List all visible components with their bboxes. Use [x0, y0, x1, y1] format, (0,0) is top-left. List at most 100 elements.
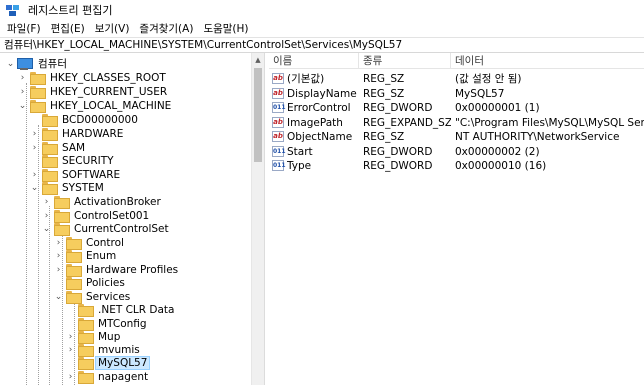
value-row[interactable]: ab (기본값) REG_SZ (값 설정 안 됨): [269, 72, 644, 86]
value-row[interactable]: 011 ErrorControl REG_DWORD 0x00000001 (1): [269, 101, 644, 115]
tree-node-label: SOFTWARE: [62, 168, 121, 181]
scroll-up-arrow-icon[interactable]: ▲: [252, 53, 264, 66]
tree-scrollbar[interactable]: ▲: [251, 53, 264, 385]
tree-node[interactable]: › HKEY_CURRENT_USER: [0, 85, 250, 99]
chevron-right-icon[interactable]: ›: [42, 209, 51, 222]
tree-node-label: Services: [86, 290, 131, 303]
tree-node-label: HKEY_LOCAL_MACHINE: [50, 99, 172, 112]
tree-node[interactable]: › Enum: [0, 249, 250, 263]
value-row[interactable]: 011 Start REG_DWORD 0x00000002 (2): [269, 145, 644, 159]
chevron-right-icon[interactable]: ›: [66, 370, 75, 383]
tree-node[interactable]: ⌄ CurrentControlSet: [0, 222, 250, 236]
chevron-down-icon[interactable]: ⌄: [18, 99, 27, 112]
value-name: ObjectName: [287, 131, 353, 143]
value-type: REG_SZ: [363, 73, 405, 85]
tree-node-label: Enum: [86, 249, 117, 262]
tree-node-label: ControlSet001: [74, 209, 150, 222]
string-value-icon: ab: [272, 87, 284, 99]
folder-icon: [78, 344, 94, 357]
tree-node[interactable]: › ControlSet001: [0, 209, 250, 223]
chevron-right-icon[interactable]: ›: [54, 236, 63, 249]
chevron-right-icon[interactable]: ›: [30, 168, 39, 181]
chevron-right-icon[interactable]: ›: [54, 249, 63, 262]
menu-favorites[interactable]: 즐겨찾기(A): [134, 21, 198, 36]
tree-node[interactable]: › Hardware Profiles: [0, 263, 250, 277]
tree-node[interactable]: MTConfig: [0, 317, 250, 331]
tree-node[interactable]: › Mup: [0, 330, 250, 344]
tree-node[interactable]: › Control: [0, 236, 250, 250]
tree-node[interactable]: › napagent: [0, 370, 250, 384]
folder-icon: [54, 223, 70, 236]
value-row[interactable]: ab ImagePath REG_EXPAND_SZ "C:\Program File…: [269, 116, 644, 130]
chevron-right-icon[interactable]: ›: [18, 71, 27, 84]
chevron-down-icon[interactable]: ⌄: [54, 290, 63, 303]
chevron-right-icon[interactable]: ›: [30, 127, 39, 140]
tree-node[interactable]: › SAM: [0, 141, 250, 155]
folder-icon: [54, 210, 70, 223]
folder-icon: [66, 264, 82, 277]
tree-node-label: Mup: [98, 330, 121, 343]
registry-tree: ⌄ 컴퓨터 › HKEY_CLASSES_ROOT › HKEY_CURRENT_USER…: [0, 53, 264, 385]
tree-node[interactable]: › mvumis: [0, 343, 250, 357]
tree-node[interactable]: › HKEY_CLASSES_ROOT: [0, 71, 250, 85]
value-row[interactable]: ab DisplayName REG_SZ MySQL57: [269, 87, 644, 101]
string-value-icon: ab: [272, 131, 284, 142]
folder-icon: [42, 155, 58, 168]
tree-node[interactable]: ⌄ 컴퓨터: [0, 57, 250, 70]
tree-node[interactable]: MySQL57: [0, 355, 250, 370]
folder-icon: [30, 100, 46, 113]
address-bar[interactable]: 컴퓨터\HKEY_LOCAL_MACHINE\SYSTEM\CurrentCon…: [0, 37, 644, 53]
value-row[interactable]: ab ObjectName REG_SZ NT AUTHORITY\NetworkSe…: [269, 130, 644, 144]
values-list: 이름 종류 데이터 ab (기본값) REG_SZ (값 설정 안 됨) ab Displ…: [269, 53, 644, 385]
menu-file[interactable]: 파일(F): [2, 21, 46, 36]
tree-node[interactable]: .NET CLR Data: [0, 303, 250, 317]
chevron-placeholder: [66, 356, 75, 369]
value-data: 0x00000002 (2): [455, 145, 540, 158]
column-header-data[interactable]: 데이터: [451, 53, 644, 69]
tree-node[interactable]: SECURITY: [0, 154, 250, 168]
tree-node[interactable]: Policies: [0, 276, 250, 290]
tree-node-label: SAM: [62, 141, 86, 154]
chevron-down-icon[interactable]: ⌄: [6, 57, 15, 70]
tree-node[interactable]: › SOFTWARE: [0, 168, 250, 182]
menu-edit[interactable]: 편집(E): [46, 21, 90, 36]
value-name: Start: [287, 145, 313, 158]
folder-icon: [66, 277, 82, 290]
tree-node-label: BCD00000000: [62, 113, 138, 126]
tree-node[interactable]: › HARDWARE: [0, 127, 250, 141]
tree-node[interactable]: › ActivationBroker: [0, 195, 250, 209]
column-header-type[interactable]: 종류: [359, 53, 451, 69]
value-row[interactable]: 011 Type REG_DWORD 0x00000010 (16): [269, 159, 644, 173]
value-data: NT AUTHORITY\NetworkService: [455, 131, 620, 143]
menu-help[interactable]: 도움말(H): [198, 21, 253, 36]
value-data: "C:\Program Files\MySQL\MySQL Server 5.7: [455, 116, 644, 129]
column-header-name[interactable]: 이름: [269, 53, 359, 69]
menu-view[interactable]: 보기(V): [90, 21, 135, 36]
chevron-down-icon[interactable]: ⌄: [30, 181, 39, 194]
tree-node-label: ActivationBroker: [74, 195, 161, 208]
value-data: 0x00000010 (16): [455, 160, 547, 172]
chevron-right-icon[interactable]: ›: [66, 330, 75, 343]
tree-node-label: SECURITY: [62, 154, 114, 167]
tree-node[interactable]: ⌄ HKEY_LOCAL_MACHINE: [0, 99, 250, 113]
tree-node[interactable]: ⌄ Services: [0, 290, 250, 304]
value-data: (값 설정 안 됨): [455, 73, 522, 85]
chevron-right-icon[interactable]: ›: [30, 141, 39, 154]
tree-node-label: MySQL57: [94, 355, 151, 370]
chevron-right-icon[interactable]: ›: [18, 85, 27, 98]
value-name: DisplayName: [287, 87, 357, 100]
binary-value-icon: 011: [272, 102, 286, 113]
folder-icon: [78, 357, 94, 370]
tree-node-label: napagent: [98, 370, 149, 383]
chevron-right-icon[interactable]: ›: [42, 195, 51, 208]
chevron-placeholder: [66, 303, 75, 316]
tree-node-label: Hardware Profiles: [86, 263, 179, 276]
scrollbar-thumb[interactable]: [254, 68, 262, 162]
chevron-right-icon[interactable]: ›: [66, 343, 75, 356]
tree-node[interactable]: BCD00000000: [0, 113, 250, 127]
tree-node[interactable]: ⌄ SYSTEM: [0, 181, 250, 195]
chevron-right-icon[interactable]: ›: [54, 263, 63, 276]
chevron-down-icon[interactable]: ⌄: [42, 222, 51, 235]
value-name: ErrorControl: [287, 102, 351, 114]
window-title: 레지스트리 편집기: [28, 4, 113, 17]
